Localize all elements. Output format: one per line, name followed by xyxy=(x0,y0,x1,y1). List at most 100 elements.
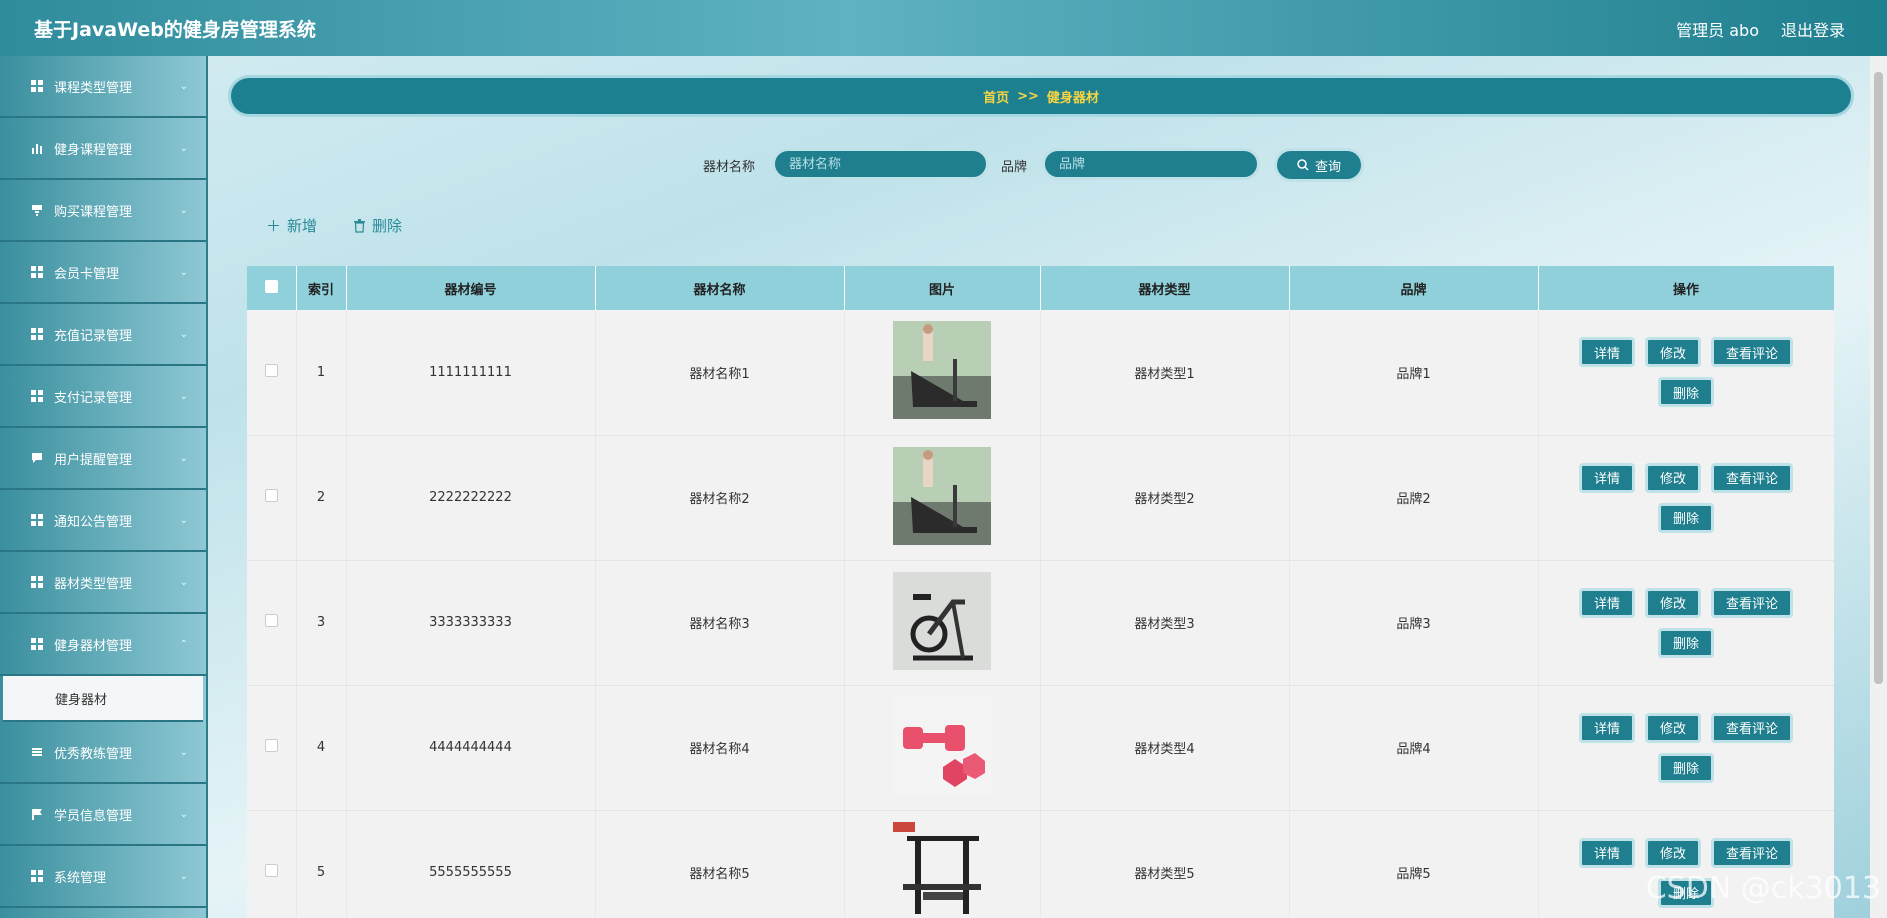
sidebar-item-course-type[interactable]: 课程类型管理 ⌄ xyxy=(0,56,206,118)
sidebar-item-member-card[interactable]: 会员卡管理 ⌄ xyxy=(0,242,206,304)
image-cell xyxy=(844,685,1041,810)
actions-cell: 详情 修改 查看评论 删除 xyxy=(1538,310,1834,435)
grid-icon xyxy=(30,637,44,651)
detail-button[interactable]: 详情 xyxy=(1578,712,1635,743)
brand-search-input[interactable] xyxy=(1042,148,1260,180)
sidebar-item-payment-record[interactable]: 支付记录管理 ⌄ xyxy=(0,366,206,428)
row-checkbox[interactable] xyxy=(264,489,278,502)
breadcrumb-separator: >> xyxy=(1017,88,1039,104)
sidebar-item-purchase-course[interactable]: 购买课程管理 ⌄ xyxy=(0,180,206,242)
index-cell: 1 xyxy=(296,310,347,435)
code-cell: 3333333333 xyxy=(346,560,596,685)
sidebar-item-notice[interactable]: 通知公告管理 ⌄ xyxy=(0,490,206,552)
column-header: 器材编号 xyxy=(346,266,596,310)
watermark: CSDN @ck3013 xyxy=(1645,871,1881,906)
view-comments-button[interactable]: 查看评论 xyxy=(1711,837,1794,868)
sidebar-item-fitness-equipment[interactable]: 健身器材管理 ⌃ xyxy=(0,614,206,676)
row-checkbox[interactable] xyxy=(264,363,278,377)
type-cell: 器材类型3 xyxy=(1040,560,1290,685)
table-row: 4 4444444444 器材名称4 器材类型4 品牌4 详情 修改 查看评论 … xyxy=(247,685,1834,810)
chevron-down-icon: ⌄ xyxy=(179,266,188,278)
trash-icon xyxy=(354,218,366,233)
row-select-cell xyxy=(247,810,297,918)
name-search-input[interactable] xyxy=(772,148,989,180)
batch-delete-button[interactable]: 删除 xyxy=(353,215,402,236)
brand-cell: 品牌2 xyxy=(1289,435,1539,560)
sidebar-item-label: 健身器材管理 xyxy=(54,638,133,654)
index-cell: 2 xyxy=(296,435,347,560)
sidebar-item-user-reminder[interactable]: 用户提醒管理 ⌄ xyxy=(0,428,206,490)
select-all-checkbox[interactable] xyxy=(264,279,278,293)
name-cell: 器材名称3 xyxy=(595,560,845,685)
sidebar-item-student[interactable]: 学员信息管理 ⌄ xyxy=(0,784,206,846)
detail-button[interactable]: 详情 xyxy=(1578,587,1635,618)
view-comments-button[interactable]: 查看评论 xyxy=(1711,712,1794,743)
grid-icon xyxy=(30,79,44,93)
sidebar-item-label: 优秀教练管理 xyxy=(54,746,133,762)
edit-button[interactable]: 修改 xyxy=(1644,587,1701,618)
row-select-cell xyxy=(247,560,297,685)
sidebar-item-system[interactable]: 系统管理 ⌄ xyxy=(0,846,206,908)
view-comments-button[interactable]: 查看评论 xyxy=(1711,587,1794,618)
scrollbar-thumb[interactable] xyxy=(1874,72,1883,684)
delete-button[interactable]: 删除 xyxy=(1657,752,1714,783)
equipment-image[interactable] xyxy=(893,696,991,795)
name-cell: 器材名称2 xyxy=(595,435,845,560)
breadcrumb-current: 健身器材 xyxy=(1046,90,1099,106)
query-button[interactable]: 查询 xyxy=(1274,148,1364,182)
grid-icon xyxy=(30,513,44,527)
code-cell: 5555555555 xyxy=(346,810,596,918)
column-header: 索引 xyxy=(296,266,347,310)
row-checkbox[interactable] xyxy=(264,739,278,752)
table-row: 3 3333333333 器材名称3 器材类型3 品牌3 详情 修改 查看评论 … xyxy=(247,560,1834,685)
equipment-image[interactable] xyxy=(893,821,991,918)
equipment-image[interactable] xyxy=(893,571,991,670)
detail-button[interactable]: 详情 xyxy=(1578,462,1635,493)
detail-button[interactable]: 详情 xyxy=(1578,337,1635,368)
equipment-image[interactable] xyxy=(893,321,991,420)
select-all-cell xyxy=(247,266,297,310)
edit-button[interactable]: 修改 xyxy=(1644,837,1701,868)
grid-icon xyxy=(30,575,44,589)
view-comments-button[interactable]: 查看评论 xyxy=(1711,462,1794,493)
edit-button[interactable]: 修改 xyxy=(1644,462,1701,493)
detail-button[interactable]: 详情 xyxy=(1578,837,1635,868)
equipment-table: 索引 器材编号 器材名称 图片 器材类型 品牌 操作 1 1111111111 … xyxy=(247,266,1834,918)
column-header: 图片 xyxy=(844,266,1041,310)
breadcrumb-home[interactable]: 首页 xyxy=(983,87,1009,106)
type-cell: 器材类型4 xyxy=(1040,685,1290,810)
brand-cell: 品牌3 xyxy=(1289,560,1539,685)
sidebar-item-coach[interactable]: 优秀教练管理 ⌄ xyxy=(0,722,206,784)
add-button[interactable]: ＋ 新增 xyxy=(266,215,317,236)
view-comments-button[interactable]: 查看评论 xyxy=(1711,337,1794,368)
list-icon xyxy=(30,745,44,759)
brand-cell: 品牌1 xyxy=(1289,310,1539,435)
code-cell: 4444444444 xyxy=(346,685,596,810)
row-checkbox[interactable] xyxy=(264,864,278,877)
chevron-down-icon: ⌄ xyxy=(179,328,188,340)
grid-icon xyxy=(30,389,44,403)
index-cell: 4 xyxy=(296,685,347,810)
grid-icon xyxy=(30,265,44,279)
chevron-up-icon: ⌃ xyxy=(179,638,188,650)
delete-button[interactable]: 删除 xyxy=(1657,627,1714,658)
delete-button[interactable]: 删除 xyxy=(1657,502,1714,533)
sidebar-item-equipment-type[interactable]: 器材类型管理 ⌄ xyxy=(0,552,206,614)
sidebar-subitem-equipment[interactable]: 健身器材 xyxy=(3,676,203,722)
search-icon xyxy=(1297,159,1309,171)
equipment-image[interactable] xyxy=(893,446,991,545)
row-select-cell xyxy=(247,435,297,560)
query-button-label: 查询 xyxy=(1314,159,1341,175)
edit-button[interactable]: 修改 xyxy=(1644,712,1701,743)
logout-button[interactable]: 退出登录 xyxy=(1781,17,1845,41)
brand-cell: 品牌5 xyxy=(1289,810,1539,918)
admin-user-label[interactable]: 管理员 abo xyxy=(1676,17,1759,41)
sidebar-item-label: 充值记录管理 xyxy=(54,328,133,344)
row-checkbox[interactable] xyxy=(264,614,278,627)
sidebar-item-label: 学员信息管理 xyxy=(54,808,133,824)
sidebar-item-recharge-record[interactable]: 充值记录管理 ⌄ xyxy=(0,304,206,366)
edit-button[interactable]: 修改 xyxy=(1644,337,1701,368)
delete-button[interactable]: 删除 xyxy=(1657,377,1714,408)
column-header: 操作 xyxy=(1538,266,1834,310)
page-scrollbar[interactable] xyxy=(1870,56,1887,918)
